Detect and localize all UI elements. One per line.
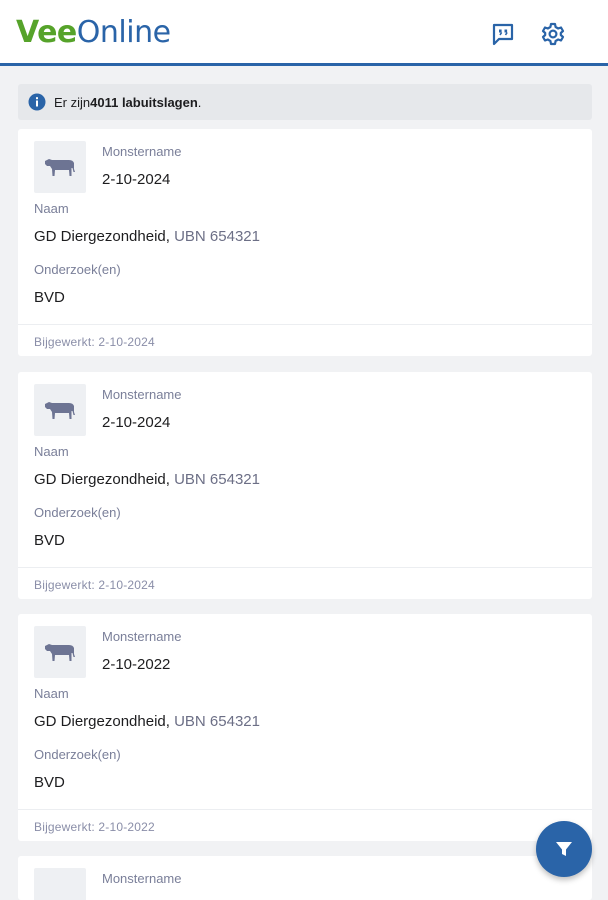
gear-icon	[541, 22, 565, 46]
filter-button[interactable]	[536, 821, 592, 877]
tests-value: BVD	[34, 774, 65, 791]
cow-icon	[45, 644, 75, 661]
ubn-number: UBN 654321	[174, 471, 260, 488]
organization-name: GD Diergezondheid,	[34, 713, 175, 730]
sample-date-value: 2-10-2024	[102, 171, 171, 188]
sample-date-label: Monstername	[102, 629, 182, 644]
app-bar: VeeOnline	[0, 0, 608, 66]
name-label: Naam	[34, 444, 69, 459]
banner-prefix: Er zijn	[54, 94, 91, 110]
lab-result-card[interactable]: Monstername 2-10-2022 Naam GD Diergezond…	[18, 614, 592, 841]
cow-icon	[45, 159, 75, 176]
info-icon	[28, 93, 46, 111]
card-divider	[18, 324, 592, 325]
tests-label: Onderzoek(en)	[34, 505, 121, 520]
name-value: GD Diergezondheid, UBN 654321	[34, 713, 260, 730]
results-count-banner: Er zijn 4011 labuitslagen.	[18, 84, 592, 120]
logo-online: Online	[76, 15, 171, 50]
banner-count: 4011 labuitslagen	[90, 94, 198, 110]
app-logo: VeeOnline	[16, 15, 171, 50]
sample-date-label: Monstername	[102, 144, 182, 159]
animal-thumbnail	[34, 384, 86, 436]
sample-date-value: 2-10-2022	[102, 656, 171, 673]
ubn-number: UBN 654321	[174, 228, 260, 245]
tests-label: Onderzoek(en)	[34, 747, 121, 762]
lab-result-card[interactable]: Monstername 2-10-2024 Naam GD Diergezond…	[18, 129, 592, 356]
card-divider	[18, 567, 592, 568]
banner-suffix: .	[197, 94, 202, 110]
animal-thumbnail	[34, 141, 86, 193]
name-value: GD Diergezondheid, UBN 654321	[34, 228, 260, 245]
sample-date-label: Monstername	[102, 387, 182, 402]
logo-vee: Vee	[16, 15, 77, 50]
feedback-icon	[492, 23, 514, 46]
ubn-number: UBN 654321	[174, 713, 260, 730]
settings-button[interactable]	[538, 19, 568, 49]
lab-result-card[interactable]: Monstername 2-10-2024 Naam GD Diergezond…	[18, 372, 592, 599]
sample-date-value: 2-10-2024	[102, 414, 171, 431]
updated-date: Bijgewerkt: 2-10-2024	[34, 335, 155, 349]
updated-date: Bijgewerkt: 2-10-2022	[34, 820, 155, 834]
organization-name: GD Diergezondheid,	[34, 228, 175, 245]
animal-thumbnail	[34, 626, 86, 678]
sample-date-label: Monstername	[102, 871, 182, 886]
updated-date: Bijgewerkt: 2-10-2024	[34, 578, 155, 592]
filter-icon	[556, 842, 572, 856]
lab-result-card[interactable]: Monstername	[18, 856, 592, 900]
name-label: Naam	[34, 201, 69, 216]
name-label: Naam	[34, 686, 69, 701]
animal-thumbnail	[34, 868, 86, 900]
feedback-button[interactable]	[488, 19, 518, 49]
card-divider	[18, 809, 592, 810]
name-value: GD Diergezondheid, UBN 654321	[34, 471, 260, 488]
cow-icon	[45, 402, 75, 419]
tests-value: BVD	[34, 289, 65, 306]
tests-value: BVD	[34, 532, 65, 549]
tests-label: Onderzoek(en)	[34, 262, 121, 277]
organization-name: GD Diergezondheid,	[34, 471, 175, 488]
